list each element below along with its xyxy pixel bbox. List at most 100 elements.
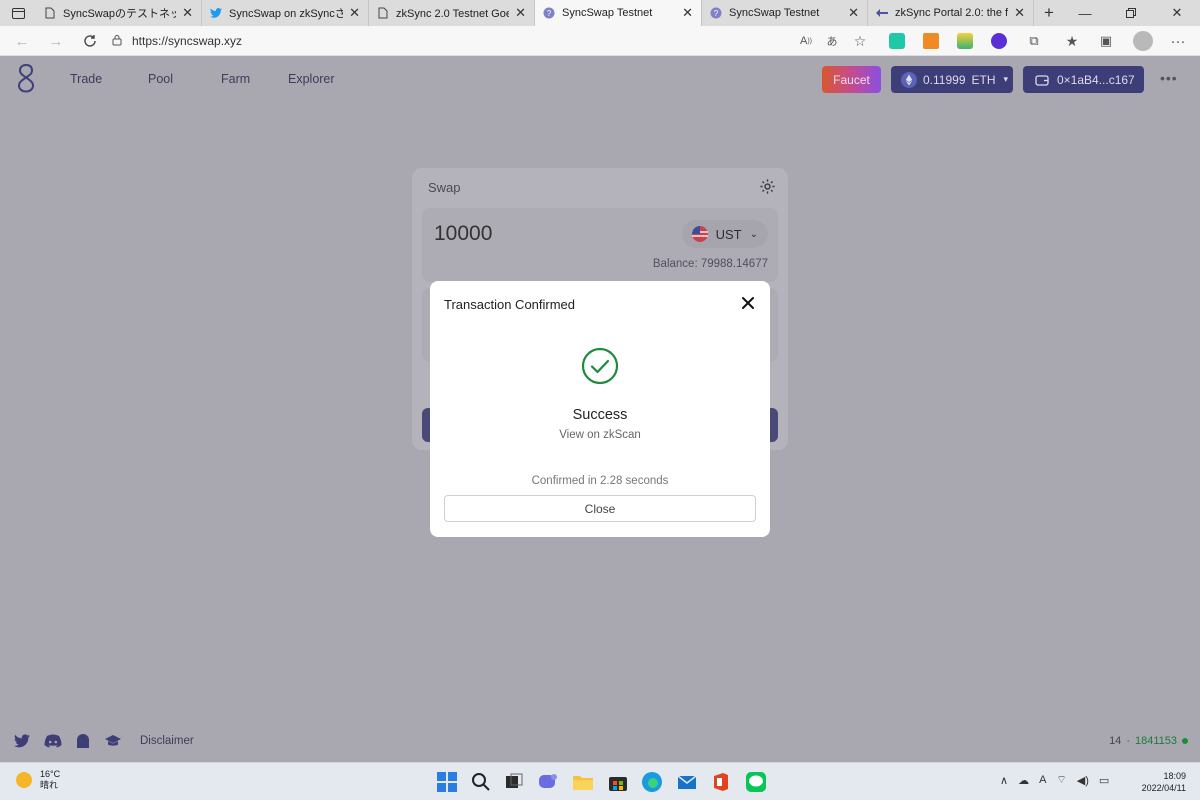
clock-date: 2022/04/11	[1141, 783, 1186, 793]
wallet-icon	[1035, 74, 1049, 86]
nav-explorer[interactable]: Explorer	[288, 72, 335, 86]
minimize-icon[interactable]: —	[1062, 0, 1108, 26]
close-button[interactable]: Close	[444, 495, 756, 522]
battery-icon[interactable]: ▭	[1099, 774, 1109, 787]
browser-tab[interactable]: zkSync 2.0 Testnet Goeriで ✕	[369, 0, 535, 26]
browser-tab[interactable]: SyncSwap on zkSyncさんはTw ✕	[202, 0, 369, 26]
token-balance: Balance: 79988.14677	[652, 258, 768, 270]
translate-icon[interactable]: あ	[822, 31, 842, 51]
browser-tab[interactable]: SyncSwapのテストネット･キャン ✕	[36, 0, 202, 26]
start-icon[interactable]	[436, 771, 458, 793]
document-icon	[44, 7, 56, 19]
nav-pool[interactable]: Pool	[148, 72, 173, 86]
more-menu-icon[interactable]: •••	[1160, 70, 1178, 86]
ghost-blog-icon[interactable]	[76, 734, 90, 748]
app-header: Trade Pool Farm Explorer Faucet 0.11999 …	[0, 56, 1200, 100]
view-on-zkscan-link[interactable]: View on zkScan	[430, 429, 770, 441]
us-flag-icon	[691, 226, 708, 242]
file-explorer-icon[interactable]	[572, 771, 594, 793]
profile-avatar[interactable]	[1133, 31, 1153, 51]
extension-icon[interactable]	[889, 33, 905, 49]
tab-close-icon[interactable]: ✕	[682, 5, 693, 21]
extension-icon[interactable]	[991, 33, 1007, 49]
nav-farm[interactable]: Farm	[221, 72, 250, 86]
tab-close-icon[interactable]: ✕	[182, 5, 193, 21]
browser-tab-bar: SyncSwapのテストネット･キャン ✕ SyncSwap on zkSync…	[0, 0, 1200, 26]
browser-tab[interactable]: ? SyncSwap Testnet ✕	[702, 0, 868, 26]
forward-icon[interactable]: →	[46, 31, 66, 51]
block-number[interactable]: 1841153	[1135, 735, 1177, 747]
edge-browser-icon[interactable]	[641, 771, 663, 793]
system-clock[interactable]: 18:09 2022/04/11	[1142, 770, 1186, 794]
system-tray: ∧ ☁ A ⌔ ◀) ▭	[1000, 773, 1109, 787]
office-icon[interactable]	[710, 771, 732, 793]
faucet-button[interactable]: Faucet	[822, 66, 881, 93]
url-field[interactable]: https://syncswap.xyz	[112, 29, 882, 53]
tab-title: SyncSwap Testnet	[729, 7, 820, 19]
tab-close-icon[interactable]: ✕	[515, 5, 526, 21]
mail-icon[interactable]	[676, 771, 698, 793]
gear-icon[interactable]	[759, 178, 776, 195]
docs-cap-icon[interactable]	[104, 734, 122, 748]
line-app-icon[interactable]	[745, 771, 767, 793]
wifi-icon[interactable]: ⌔	[1056, 773, 1066, 787]
network-balance-button[interactable]: 0.11999 ETH ▾	[891, 66, 1013, 93]
confirmation-time: Confirmed in 2.28 seconds	[531, 475, 669, 487]
extensions-puzzle-icon[interactable]: ⧉	[1024, 31, 1044, 51]
nav-trade[interactable]: Trade	[70, 72, 102, 86]
disclaimer-link[interactable]: Disclaimer	[140, 735, 194, 747]
collections-icon[interactable]: ▣	[1096, 31, 1116, 51]
syncswap-icon: ?	[543, 7, 555, 19]
read-aloud-icon[interactable]: A))	[796, 31, 816, 51]
document-icon	[377, 7, 389, 19]
status-dot-icon	[1182, 738, 1188, 744]
weather-widget[interactable]: 16°C 晴れ	[16, 769, 60, 791]
token-select-button[interactable]: UST ⌄	[681, 220, 768, 248]
onedrive-cloud-icon[interactable]: ☁	[1018, 774, 1029, 787]
speaker-icon[interactable]: ◀)	[1077, 774, 1089, 787]
os-taskbar: 16°C 晴れ ∧ ☁ A ⌔ ◀) ▭ 18:09 2022/04/11	[0, 762, 1200, 800]
tab-title: SyncSwapのテストネット･キャン	[63, 8, 177, 20]
close-window-icon[interactable]: ✕	[1154, 0, 1200, 26]
browser-tab-active[interactable]: ? SyncSwap Testnet ✕	[535, 0, 702, 26]
wallet-button[interactable]: 0×1aB4...c167	[1023, 66, 1144, 93]
chevron-up-icon[interactable]: ∧	[1000, 774, 1008, 787]
browser-tab[interactable]: zkSync Portal 2.0: the first E ✕	[868, 0, 1034, 26]
settings-more-icon[interactable]: ···	[1168, 31, 1188, 51]
tab-actions-icon[interactable]	[0, 0, 36, 26]
new-tab-icon[interactable]: +	[1034, 0, 1064, 26]
teams-chat-icon[interactable]	[537, 771, 559, 793]
close-icon[interactable]	[740, 295, 756, 311]
task-view-icon[interactable]	[503, 771, 525, 793]
syncswap-logo-icon[interactable]	[14, 62, 38, 94]
tab-close-icon[interactable]: ✕	[1014, 5, 1025, 21]
favorites-icon[interactable]: ★	[1062, 31, 1082, 51]
twitter-icon[interactable]	[14, 734, 30, 748]
tab-close-icon[interactable]: ✕	[349, 5, 360, 21]
restore-icon[interactable]	[1108, 0, 1154, 26]
ethereum-icon	[901, 71, 917, 88]
chevron-down-icon: ▾	[1003, 74, 1009, 84]
search-icon[interactable]	[470, 771, 492, 793]
extension-icon[interactable]	[957, 33, 973, 49]
tab-close-icon[interactable]: ✕	[848, 5, 859, 21]
lock-icon	[112, 34, 132, 49]
store-icon[interactable]	[607, 771, 629, 793]
favorite-add-icon[interactable]: ☆	[850, 31, 870, 51]
syncswap-icon: ?	[710, 7, 722, 19]
svg-text:?: ?	[547, 9, 552, 18]
swap-amount-input[interactable]: 10000	[434, 222, 492, 246]
social-links	[14, 733, 122, 749]
url-text: https://syncswap.xyz	[132, 34, 243, 48]
modal-title: Transaction Confirmed	[444, 297, 576, 312]
back-icon[interactable]: ←	[12, 31, 32, 51]
refresh-icon[interactable]	[80, 31, 100, 51]
status-separator: ·	[1126, 735, 1130, 747]
browser-address-bar: ← → https://syncswap.xyz A)) あ ☆ ⧉ ★ ▣ ·…	[0, 26, 1200, 56]
ime-mode-indicator[interactable]: A	[1039, 774, 1046, 786]
metamask-icon[interactable]	[923, 33, 939, 49]
discord-icon[interactable]	[44, 734, 62, 748]
eth-symbol: ETH	[971, 72, 996, 87]
temperature: 16°C	[40, 769, 61, 779]
chevron-down-icon: ⌄	[749, 228, 758, 240]
